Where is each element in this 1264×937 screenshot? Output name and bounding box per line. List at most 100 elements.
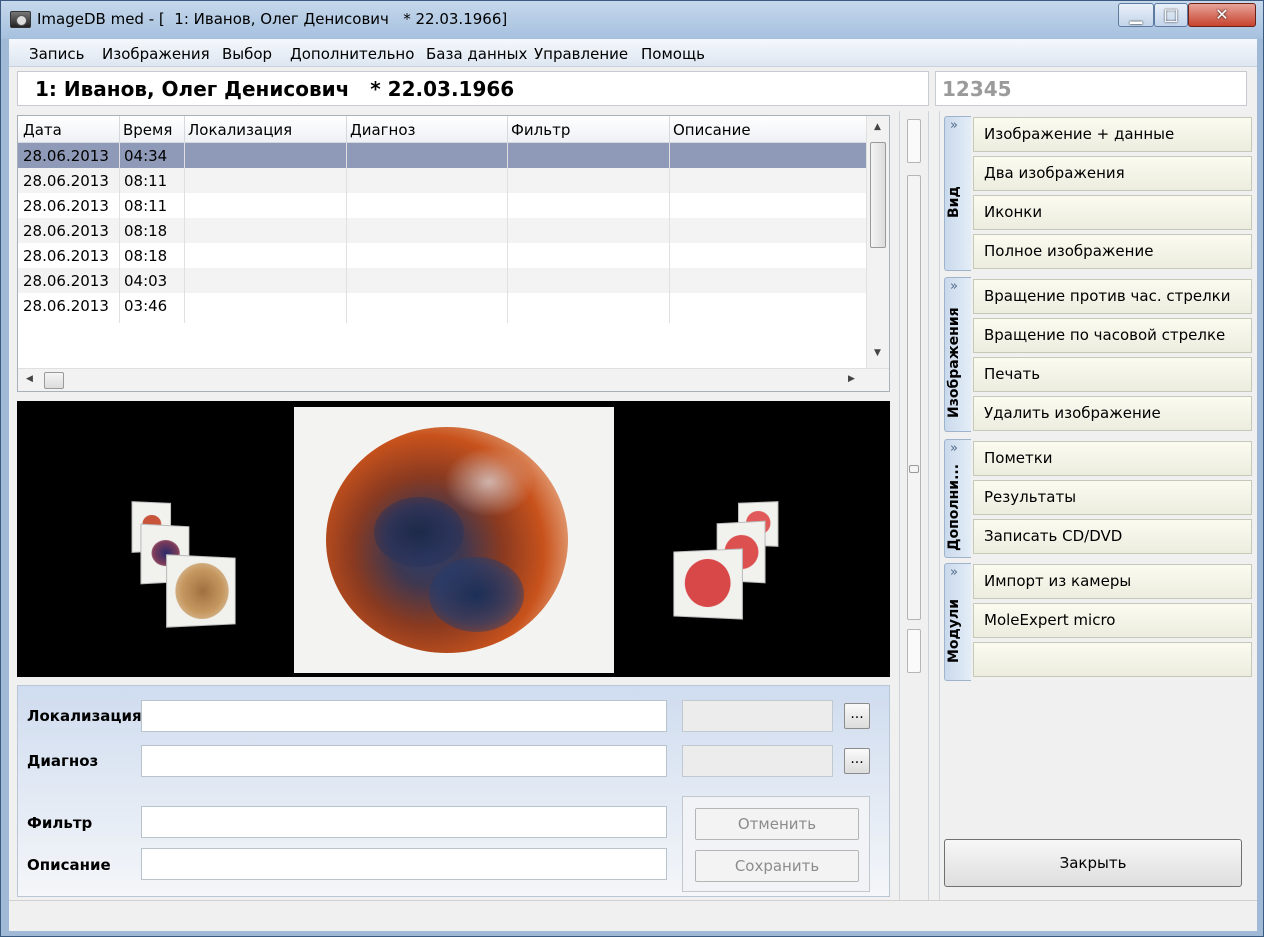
chevron-down-icon[interactable]: » [950,280,958,293]
form-buttons: Отменить Сохранить [682,796,870,892]
view-icons[interactable]: Иконки [973,195,1252,230]
cell-date: 28.06.2013 [23,297,109,315]
chevron-down-icon[interactable]: » [950,442,958,455]
filter-input[interactable] [141,806,667,838]
view-image-data[interactable]: Изображение + данные [973,117,1252,152]
menu-extra[interactable]: Дополнительно [290,45,414,63]
group-tab-view[interactable]: » Вид [944,116,971,271]
menu-bar: Запись Изображения Выбор Дополнительно Б… [9,39,1257,67]
close-window-button[interactable]: ✕ [1188,3,1256,27]
diagnosis-browse-button[interactable]: ... [844,748,870,774]
menu-manage[interactable]: Управление [534,45,628,63]
menu-help[interactable]: Помощь [641,45,705,63]
records-table: Дата Время Локализация Диагноз Фильтр Оп… [17,115,890,392]
empty-module-item[interactable] [973,642,1252,677]
thumbnail-image[interactable] [166,554,236,628]
view-two-images[interactable]: Два изображения [973,156,1252,191]
col-time[interactable]: Время [123,121,172,139]
save-button[interactable]: Сохранить [695,850,859,882]
table-vertical-scrollbar[interactable]: ▲ ▼ [866,116,889,369]
localization-browse-button[interactable]: ... [844,703,870,729]
col-diagnosis[interactable]: Диагноз [350,121,416,139]
cell-time: 08:18 [124,247,168,265]
diagnosis-input[interactable] [141,745,667,777]
cell-time: 08:18 [124,222,168,240]
record-form: Локализация ... Диагноз ... Фильтр Описа… [17,685,890,897]
group-tab-images[interactable]: » Изображения [944,277,971,432]
table-row[interactable]: 28.06.2013 08:11 [18,168,866,193]
table-row[interactable]: 28.06.2013 08:18 [18,218,866,243]
task-panel: » Вид Изображение + данные Два изображен… [939,111,1253,901]
patient-id: 12345 [942,77,1012,101]
splitter-grip-icon[interactable] [909,465,919,473]
col-localization[interactable]: Локализация [188,121,292,139]
group-title: Вид [946,186,962,218]
moleexpert-item[interactable]: MoleExpert micro [973,603,1252,638]
col-description[interactable]: Описание [673,121,751,139]
title-bar: ImageDB med - [ 1: Иванов, Олег Денисови… [1,1,1263,39]
group-title: Модули [946,598,962,664]
cancel-button[interactable]: Отменить [695,808,859,840]
diagnosis-label: Диагноз [27,752,99,770]
localization-field[interactable] [142,701,666,731]
scroll-left-icon[interactable]: ◀ [26,374,33,384]
table-row[interactable]: 28.06.2013 04:03 [18,268,866,293]
table-row[interactable]: 28.06.2013 03:46 [18,293,866,318]
scroll-down-icon[interactable]: ▼ [874,348,881,358]
chevron-down-icon[interactable]: » [950,119,958,132]
panel-splitter[interactable] [899,111,929,901]
filter-field[interactable] [142,807,666,837]
cell-time: 03:46 [124,297,168,315]
patient-header: 1: Иванов, Олег Денисович * 22.03.1966 [17,71,929,106]
table-row[interactable]: 28.06.2013 08:11 [18,193,866,218]
print-item[interactable]: Печать [973,357,1252,392]
description-input[interactable] [141,848,667,880]
group-tab-modules[interactable]: » Модули [944,563,971,681]
notes-item[interactable]: Пометки [973,441,1252,476]
camera-import-item[interactable]: Импорт из камеры [973,564,1252,599]
scroll-up-icon[interactable]: ▲ [874,122,881,132]
scroll-right-icon[interactable]: ▶ [848,374,855,384]
diagnosis-field[interactable] [142,746,666,776]
menu-database[interactable]: База данных [426,45,527,63]
delete-image-item[interactable]: Удалить изображение [973,396,1252,431]
table-row[interactable]: 28.06.2013 08:18 [18,243,866,268]
selected-dermoscopy-image[interactable] [294,407,614,673]
results-item[interactable]: Результаты [973,480,1252,515]
rotate-ccw-item[interactable]: Вращение против час. стрелки [973,279,1252,314]
maximize-icon: □ [1163,5,1179,24]
rotate-cw-item[interactable]: Вращение по часовой стрелке [973,318,1252,353]
col-date[interactable]: Дата [23,121,62,139]
col-filter[interactable]: Фильтр [511,121,570,139]
splitter-track[interactable] [907,175,921,620]
chevron-down-icon[interactable]: » [950,566,958,579]
table-row[interactable]: 28.06.2013 04:34 [18,143,866,168]
splitter-top-handle[interactable] [907,119,921,163]
patient-id-box: 12345 [935,71,1247,106]
cell-date: 28.06.2013 [23,197,109,215]
close-button[interactable]: Закрыть [944,839,1242,887]
group-tab-extra[interactable]: » Дополни... [944,439,971,558]
cell-date: 28.06.2013 [23,247,109,265]
table-vscroll-thumb[interactable] [870,142,886,248]
cell-time: 04:34 [124,147,168,165]
camera-icon [10,11,31,28]
image-viewer[interactable] [17,401,890,677]
group-title: Дополни... [946,463,962,552]
description-field[interactable] [142,849,666,879]
view-full-image[interactable]: Полное изображение [973,234,1252,269]
menu-select[interactable]: Выбор [222,45,272,63]
window-title: ImageDB med - [ 1: Иванов, Олег Денисови… [37,10,508,28]
minimize-button[interactable]: ▁ [1118,3,1154,27]
localization-input[interactable] [141,700,667,732]
menu-record[interactable]: Запись [29,45,84,63]
burn-cd-item[interactable]: Записать CD/DVD [973,519,1252,554]
table-hscroll-thumb[interactable] [44,372,64,389]
cell-time: 08:11 [124,197,168,215]
diagnosis-code-field [682,745,833,777]
thumbnail-image[interactable] [673,548,743,620]
splitter-bottom-handle[interactable] [907,629,921,673]
menu-images[interactable]: Изображения [102,45,210,63]
table-horizontal-scrollbar[interactable]: ◀ ▶ [18,368,889,391]
maximize-button[interactable]: □ [1154,3,1188,27]
